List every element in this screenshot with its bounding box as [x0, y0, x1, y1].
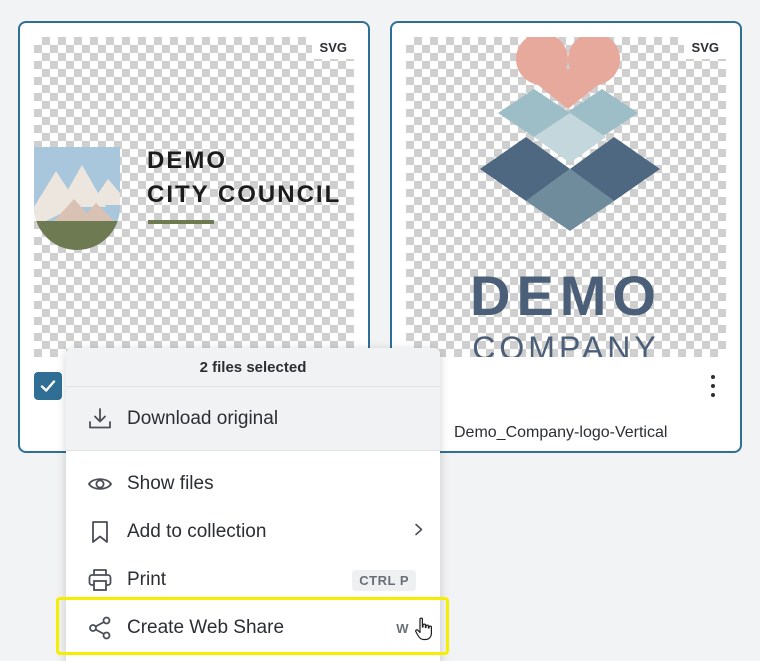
- eye-icon: [87, 471, 113, 497]
- menu-header: 2 files selected: [66, 348, 440, 387]
- menu-item-print[interactable]: Print CTRL P: [66, 558, 440, 602]
- menu-item-add-to-collection[interactable]: Add to collection: [66, 510, 440, 554]
- demo-company-logo: DEMO COMPANY: [470, 37, 662, 357]
- logo-line-1: DEMO: [470, 264, 662, 327]
- asset-thumbnail[interactable]: DEMO COMPANY SVG: [406, 37, 726, 357]
- download-icon: [87, 406, 113, 432]
- chevron-right-icon: [414, 523, 424, 542]
- menu-item-label: Download original: [127, 408, 279, 429]
- menu-item-label: Add to collection: [127, 521, 267, 542]
- keyboard-shortcut: CTRL P: [352, 569, 416, 591]
- bookmark-icon: [87, 519, 113, 545]
- menu-item-show-files[interactable]: Show files: [66, 462, 440, 506]
- menu-item-label: Print: [127, 569, 167, 590]
- asset-thumbnail[interactable]: DEMO CITY COUNCIL SVG: [34, 37, 354, 357]
- hand-pointer-icon: [415, 617, 432, 641]
- city-council-logo: DEMO CITY COUNCIL: [34, 147, 341, 250]
- asset-card-demo-company[interactable]: DEMO COMPANY SVG Demo_Company-logo-Verti…: [390, 21, 742, 453]
- select-checkbox[interactable]: [34, 372, 62, 400]
- logo-line-2: CITY COUNCIL: [147, 181, 341, 208]
- menu-section-primary: Download original: [66, 387, 440, 451]
- logo-line-2: COMPANY: [472, 330, 659, 357]
- menu-item-label: Show files: [127, 473, 214, 494]
- asset-filename: Demo_Company-logo-Vertical: [454, 424, 668, 441]
- printer-icon: [87, 567, 113, 593]
- highlight-box: [56, 597, 449, 655]
- logo-line-1: DEMO: [147, 147, 227, 174]
- checkmark-icon: [40, 380, 56, 392]
- format-badge: SVG: [683, 37, 726, 59]
- menu-item-download-original[interactable]: Download original: [66, 397, 440, 441]
- format-badge: SVG: [311, 37, 354, 59]
- more-options-icon[interactable]: [708, 375, 718, 397]
